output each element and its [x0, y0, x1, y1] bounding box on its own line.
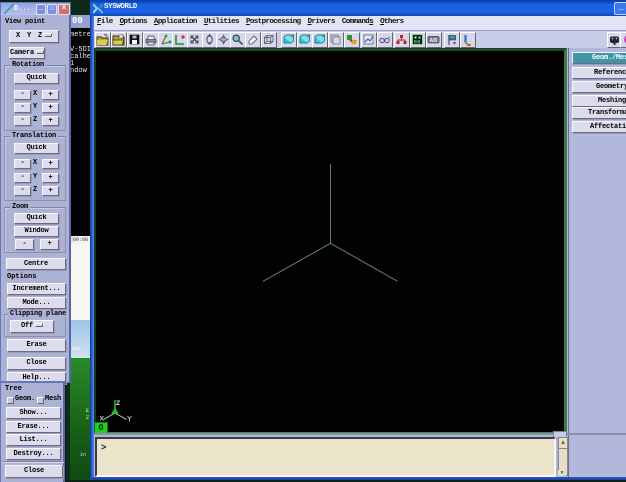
svg-text:88: 88 [414, 38, 421, 45]
svg-text:AB: AB [429, 38, 437, 44]
